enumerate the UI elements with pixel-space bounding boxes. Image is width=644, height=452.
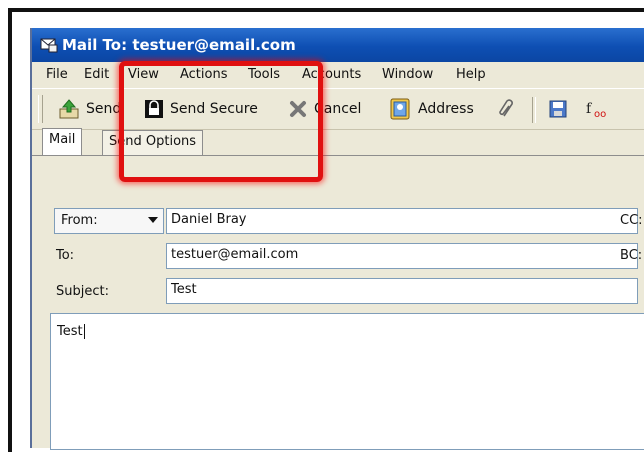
menu-edit[interactable]: Edit — [84, 67, 109, 82]
tab-send-options-label: Send Options — [109, 134, 197, 149]
from-label: From: — [61, 213, 98, 228]
to-field[interactable]: testuer@email.com — [166, 243, 638, 269]
menu-accounts[interactable]: Accounts — [302, 67, 361, 82]
floppy-disk-icon — [549, 100, 567, 118]
menu-tools[interactable]: Tools — [248, 67, 280, 82]
address-button[interactable]: Address — [388, 97, 474, 121]
spell-check-button[interactable]: f oo — [584, 97, 614, 121]
from-value: Daniel Bray — [171, 212, 247, 227]
menu-actions[interactable]: Actions — [180, 67, 228, 82]
tab-mail-label: Mail — [49, 132, 76, 147]
send-secure-label: Send Secure — [170, 101, 258, 117]
title-bar[interactable]: Mail To: testuer@email.com — [32, 28, 644, 62]
tab-strip: Mail Send Options — [32, 128, 644, 156]
window-title: Mail To: testuer@email.com — [62, 36, 296, 54]
compose-window: Mail To: testuer@email.com File Edit Vie… — [30, 28, 644, 450]
lock-icon — [145, 100, 163, 118]
spell-check-icon: f oo — [586, 101, 606, 120]
paperclip-icon — [499, 99, 513, 117]
toolbar: Send Send Secure Cancel Address f oo — [32, 88, 644, 130]
chevron-down-icon — [148, 217, 158, 223]
menu-view[interactable]: View — [128, 67, 159, 82]
from-dropdown[interactable]: From: — [54, 208, 164, 234]
subject-field[interactable]: Test — [166, 278, 638, 304]
toolbar-separator — [532, 97, 536, 123]
message-body-text: Test — [57, 324, 85, 339]
address-book-icon — [390, 98, 410, 120]
menu-help[interactable]: Help — [456, 67, 486, 82]
svg-text:oo: oo — [594, 109, 606, 120]
tab-send-options[interactable]: Send Options — [102, 130, 204, 155]
save-draft-button[interactable] — [548, 97, 568, 121]
tab-mail[interactable]: Mail — [42, 128, 83, 155]
text-caret — [83, 324, 85, 339]
cancel-icon — [290, 101, 306, 117]
send-label: Send — [86, 101, 122, 117]
mail-window-icon — [40, 38, 58, 53]
cc-label[interactable]: CC: — [620, 213, 643, 228]
send-icon — [59, 99, 79, 119]
address-label: Address — [418, 101, 474, 117]
to-value: testuer@email.com — [171, 247, 299, 262]
to-label[interactable]: To: — [56, 248, 74, 263]
body-text: Test — [57, 324, 83, 339]
toolbar-grip[interactable] — [38, 95, 43, 123]
subject-label: Subject: — [56, 284, 109, 299]
subject-value: Test — [171, 282, 197, 297]
cancel-label: Cancel — [314, 101, 362, 117]
send-button[interactable]: Send — [58, 97, 121, 121]
from-field[interactable]: Daniel Bray — [166, 208, 638, 234]
cancel-button[interactable]: Cancel — [288, 97, 361, 121]
compose-form: From: Daniel Bray CC: To: testuer@email.… — [32, 156, 644, 450]
menu-window[interactable]: Window — [382, 67, 433, 82]
attach-button[interactable] — [496, 97, 518, 121]
menu-bar: File Edit View Actions Tools Accounts Wi… — [32, 62, 644, 88]
menu-file[interactable]: File — [46, 67, 68, 82]
bc-label[interactable]: BC: — [620, 248, 642, 263]
svg-text:f: f — [586, 101, 593, 117]
message-body[interactable]: Test — [50, 313, 644, 450]
send-secure-button[interactable]: Send Secure — [144, 97, 258, 121]
